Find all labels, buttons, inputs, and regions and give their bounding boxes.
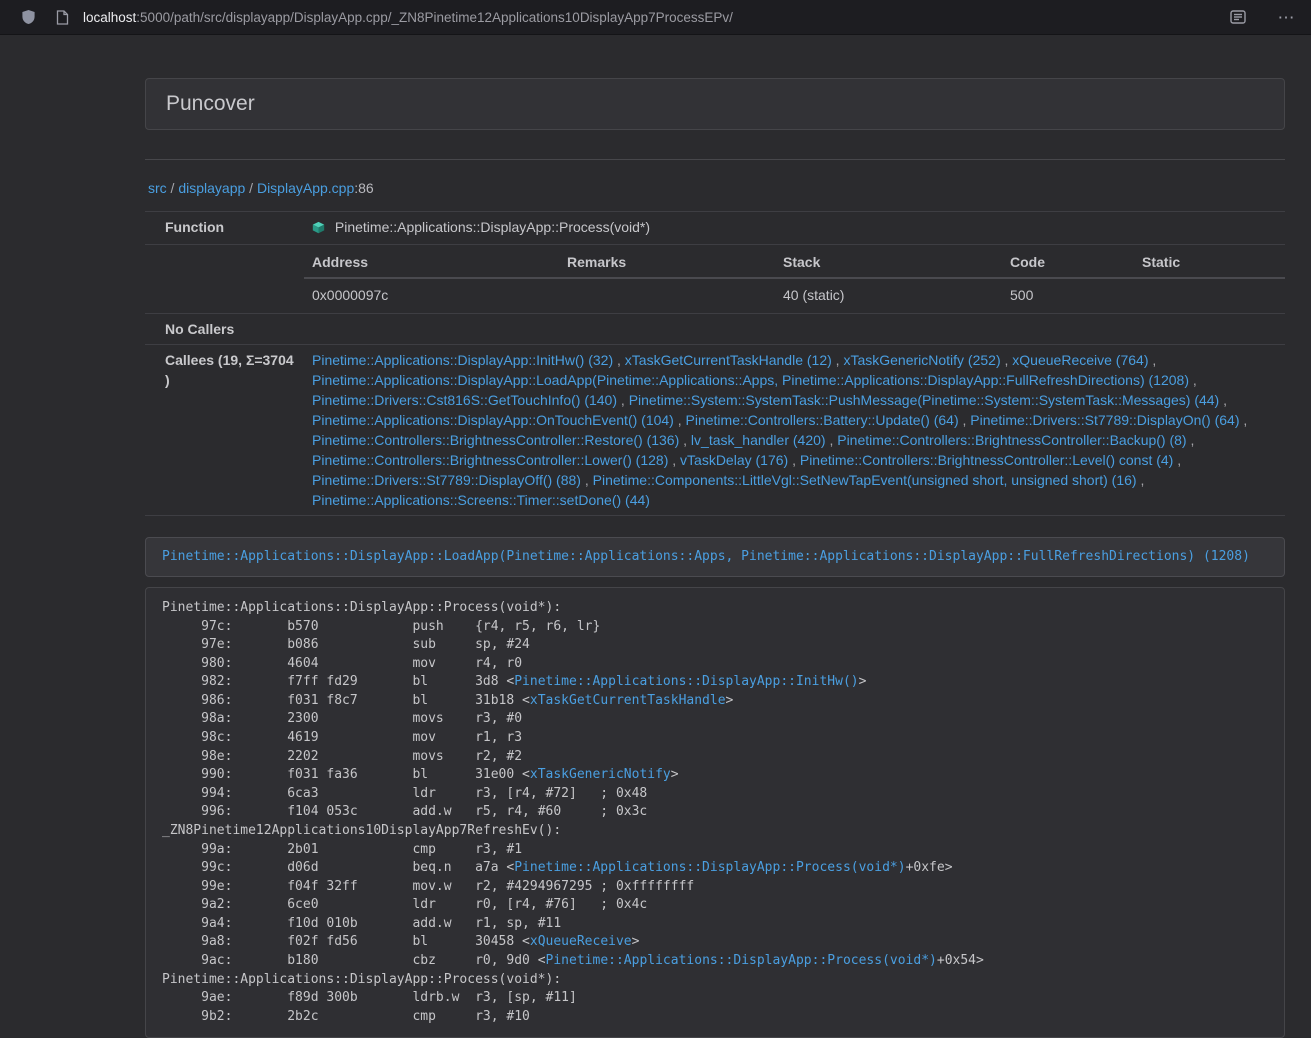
callee-separator: , (1189, 372, 1197, 388)
callee-link[interactable]: Pinetime::System::SystemTask::PushMessag… (629, 392, 1220, 408)
breadcrumb-separator: / (167, 180, 179, 196)
callee-separator: , (581, 472, 593, 488)
breadcrumb: src / displayapp / DisplayApp.cpp:86 (148, 178, 1285, 198)
stats-value-address: 0x0000097c (304, 278, 559, 313)
stats-col-address: Address (304, 245, 559, 278)
breadcrumb-separator: / (245, 180, 257, 196)
function-row: Function Pinetime::Applications::Display… (145, 212, 1285, 245)
url-bar[interactable]: localhost:5000/path/src/displayapp/Displ… (50, 5, 1226, 29)
disassembly-symbol-link[interactable]: Pinetime::Applications::DisplayApp::Proc… (546, 953, 937, 968)
callee-link[interactable]: Pinetime::Applications::DisplayApp::Init… (312, 352, 613, 368)
callee-link[interactable]: Pinetime::Controllers::BrightnessControl… (800, 452, 1173, 468)
stats-value-stack: 40 (static) (775, 278, 1002, 313)
callee-link[interactable]: xTaskGenericNotify (252) (843, 352, 1000, 368)
url-path: :5000/path/src/displayapp/DisplayApp.cpp… (136, 10, 733, 25)
callee-separator: , (959, 412, 971, 428)
stats-table: AddressRemarksStackCodeStatic 0x0000097c… (304, 245, 1285, 313)
stats-row-label (145, 245, 304, 314)
callee-separator: , (1001, 352, 1013, 368)
callee-separator: , (1240, 412, 1248, 428)
stats-row: AddressRemarksStackCodeStatic 0x0000097c… (145, 245, 1285, 314)
callee-separator: , (1187, 432, 1195, 448)
function-name-cell: Pinetime::Applications::DisplayApp::Proc… (304, 212, 1285, 245)
app-header-panel: Puncover (145, 78, 1285, 130)
callee-link[interactable]: Pinetime::Controllers::BrightnessControl… (837, 432, 1186, 448)
no-callers-row: No Callers (145, 314, 1285, 345)
reader-view-icon[interactable] (1226, 5, 1250, 29)
callee-separator: , (617, 392, 629, 408)
stats-col-stack: Stack (775, 245, 1002, 278)
callee-link[interactable]: xQueueReceive (764) (1012, 352, 1148, 368)
callee-link[interactable]: Pinetime::Components::LittleVgl::SetNewT… (593, 472, 1137, 488)
app-title: Puncover (166, 92, 255, 116)
callee-separator: , (832, 352, 844, 368)
stats-col-remarks: Remarks (559, 245, 775, 278)
callee-separator: , (1137, 472, 1145, 488)
callee-separator: , (668, 452, 680, 468)
page-info-icon[interactable] (50, 5, 74, 29)
highlighted-symbol-link[interactable]: Pinetime::Applications::DisplayApp::Load… (162, 549, 1250, 564)
stats-value-code: 500 (1002, 278, 1134, 313)
function-table: Function Pinetime::Applications::Display… (145, 211, 1285, 516)
callee-link[interactable]: Pinetime::Applications::DisplayApp::OnTo… (312, 412, 674, 428)
callee-separator: , (826, 432, 838, 448)
function-row-label: Function (145, 212, 304, 245)
callee-separator: , (1148, 352, 1156, 368)
disassembly-symbol-link[interactable]: xTaskGenericNotify (530, 767, 671, 782)
callee-link[interactable]: Pinetime::Controllers::Battery::Update()… (686, 412, 959, 428)
highlighted-symbol-panel: Pinetime::Applications::DisplayApp::Load… (145, 537, 1285, 577)
callee-link[interactable]: Pinetime::Applications::Screens::Timer::… (312, 492, 650, 508)
callee-separator: , (674, 412, 686, 428)
function-cube-icon (312, 219, 325, 239)
stats-col-code: Code (1002, 245, 1134, 278)
url-host: localhost (83, 10, 136, 25)
disassembly-symbol-link[interactable]: Pinetime::Applications::DisplayApp::Init… (514, 674, 858, 689)
callees-row: Callees (19, Σ=3704 ) Pinetime::Applicat… (145, 345, 1285, 516)
disassembly-code: Pinetime::Applications::DisplayApp::Proc… (145, 587, 1285, 1038)
callee-link[interactable]: lv_task_handler (420) (691, 432, 826, 448)
stats-col-static: Static (1134, 245, 1285, 278)
stats-value-static (1134, 278, 1285, 313)
callee-separator: , (788, 452, 800, 468)
breadcrumb-link[interactable]: DisplayApp.cpp (257, 180, 354, 196)
callee-link[interactable]: Pinetime::Controllers::BrightnessControl… (312, 452, 668, 468)
stats-value-remarks (559, 278, 775, 313)
callee-link[interactable]: Pinetime::Drivers::Cst816S::GetTouchInfo… (312, 392, 617, 408)
breadcrumb-link[interactable]: displayapp (178, 180, 245, 196)
divider (145, 159, 1285, 160)
page: { "browser": { "host": "localhost", "pat… (0, 0, 1311, 998)
disassembly-symbol-link[interactable]: xQueueReceive (530, 934, 632, 949)
breadcrumb-link[interactable]: src (148, 180, 167, 196)
callee-separator: , (1173, 452, 1181, 468)
callee-separator: , (613, 352, 625, 368)
callee-link[interactable]: xTaskGetCurrentTaskHandle (12) (625, 352, 832, 368)
stats-value-row: 0x0000097c 40 (static)500 (304, 278, 1285, 313)
callee-separator: , (679, 432, 691, 448)
tracking-protection-shield-icon[interactable] (16, 5, 40, 29)
disassembly-symbol-link[interactable]: Pinetime::Applications::DisplayApp::Proc… (514, 860, 905, 875)
main-content: Puncover src / displayapp / DisplayApp.c… (145, 78, 1285, 1038)
function-name: Pinetime::Applications::DisplayApp::Proc… (335, 219, 650, 235)
callee-link[interactable]: Pinetime::Drivers::St7789::DisplayOn() (… (970, 412, 1239, 428)
disassembly-symbol-link[interactable]: xTaskGetCurrentTaskHandle (530, 693, 726, 708)
callee-link[interactable]: Pinetime::Applications::DisplayApp::Load… (312, 372, 1189, 388)
no-callers-label: No Callers (145, 314, 304, 345)
more-menu-icon[interactable]: ⋯ (1274, 5, 1298, 29)
callees-list: Pinetime::Applications::DisplayApp::Init… (304, 345, 1285, 516)
callee-link[interactable]: Pinetime::Controllers::BrightnessControl… (312, 432, 679, 448)
url-text: localhost:5000/path/src/displayapp/Displ… (83, 10, 733, 25)
callee-link[interactable]: vTaskDelay (176) (680, 452, 788, 468)
stats-header-row: AddressRemarksStackCodeStatic (304, 245, 1285, 278)
callee-separator: , (1219, 392, 1227, 408)
no-callers-cell (304, 314, 1285, 345)
callees-label: Callees (19, Σ=3704 ) (145, 345, 304, 516)
browser-toolbar: localhost:5000/path/src/displayapp/Displ… (0, 0, 1311, 35)
callee-link[interactable]: Pinetime::Drivers::St7789::DisplayOff() … (312, 472, 581, 488)
breadcrumb-line-number: :86 (354, 180, 373, 196)
